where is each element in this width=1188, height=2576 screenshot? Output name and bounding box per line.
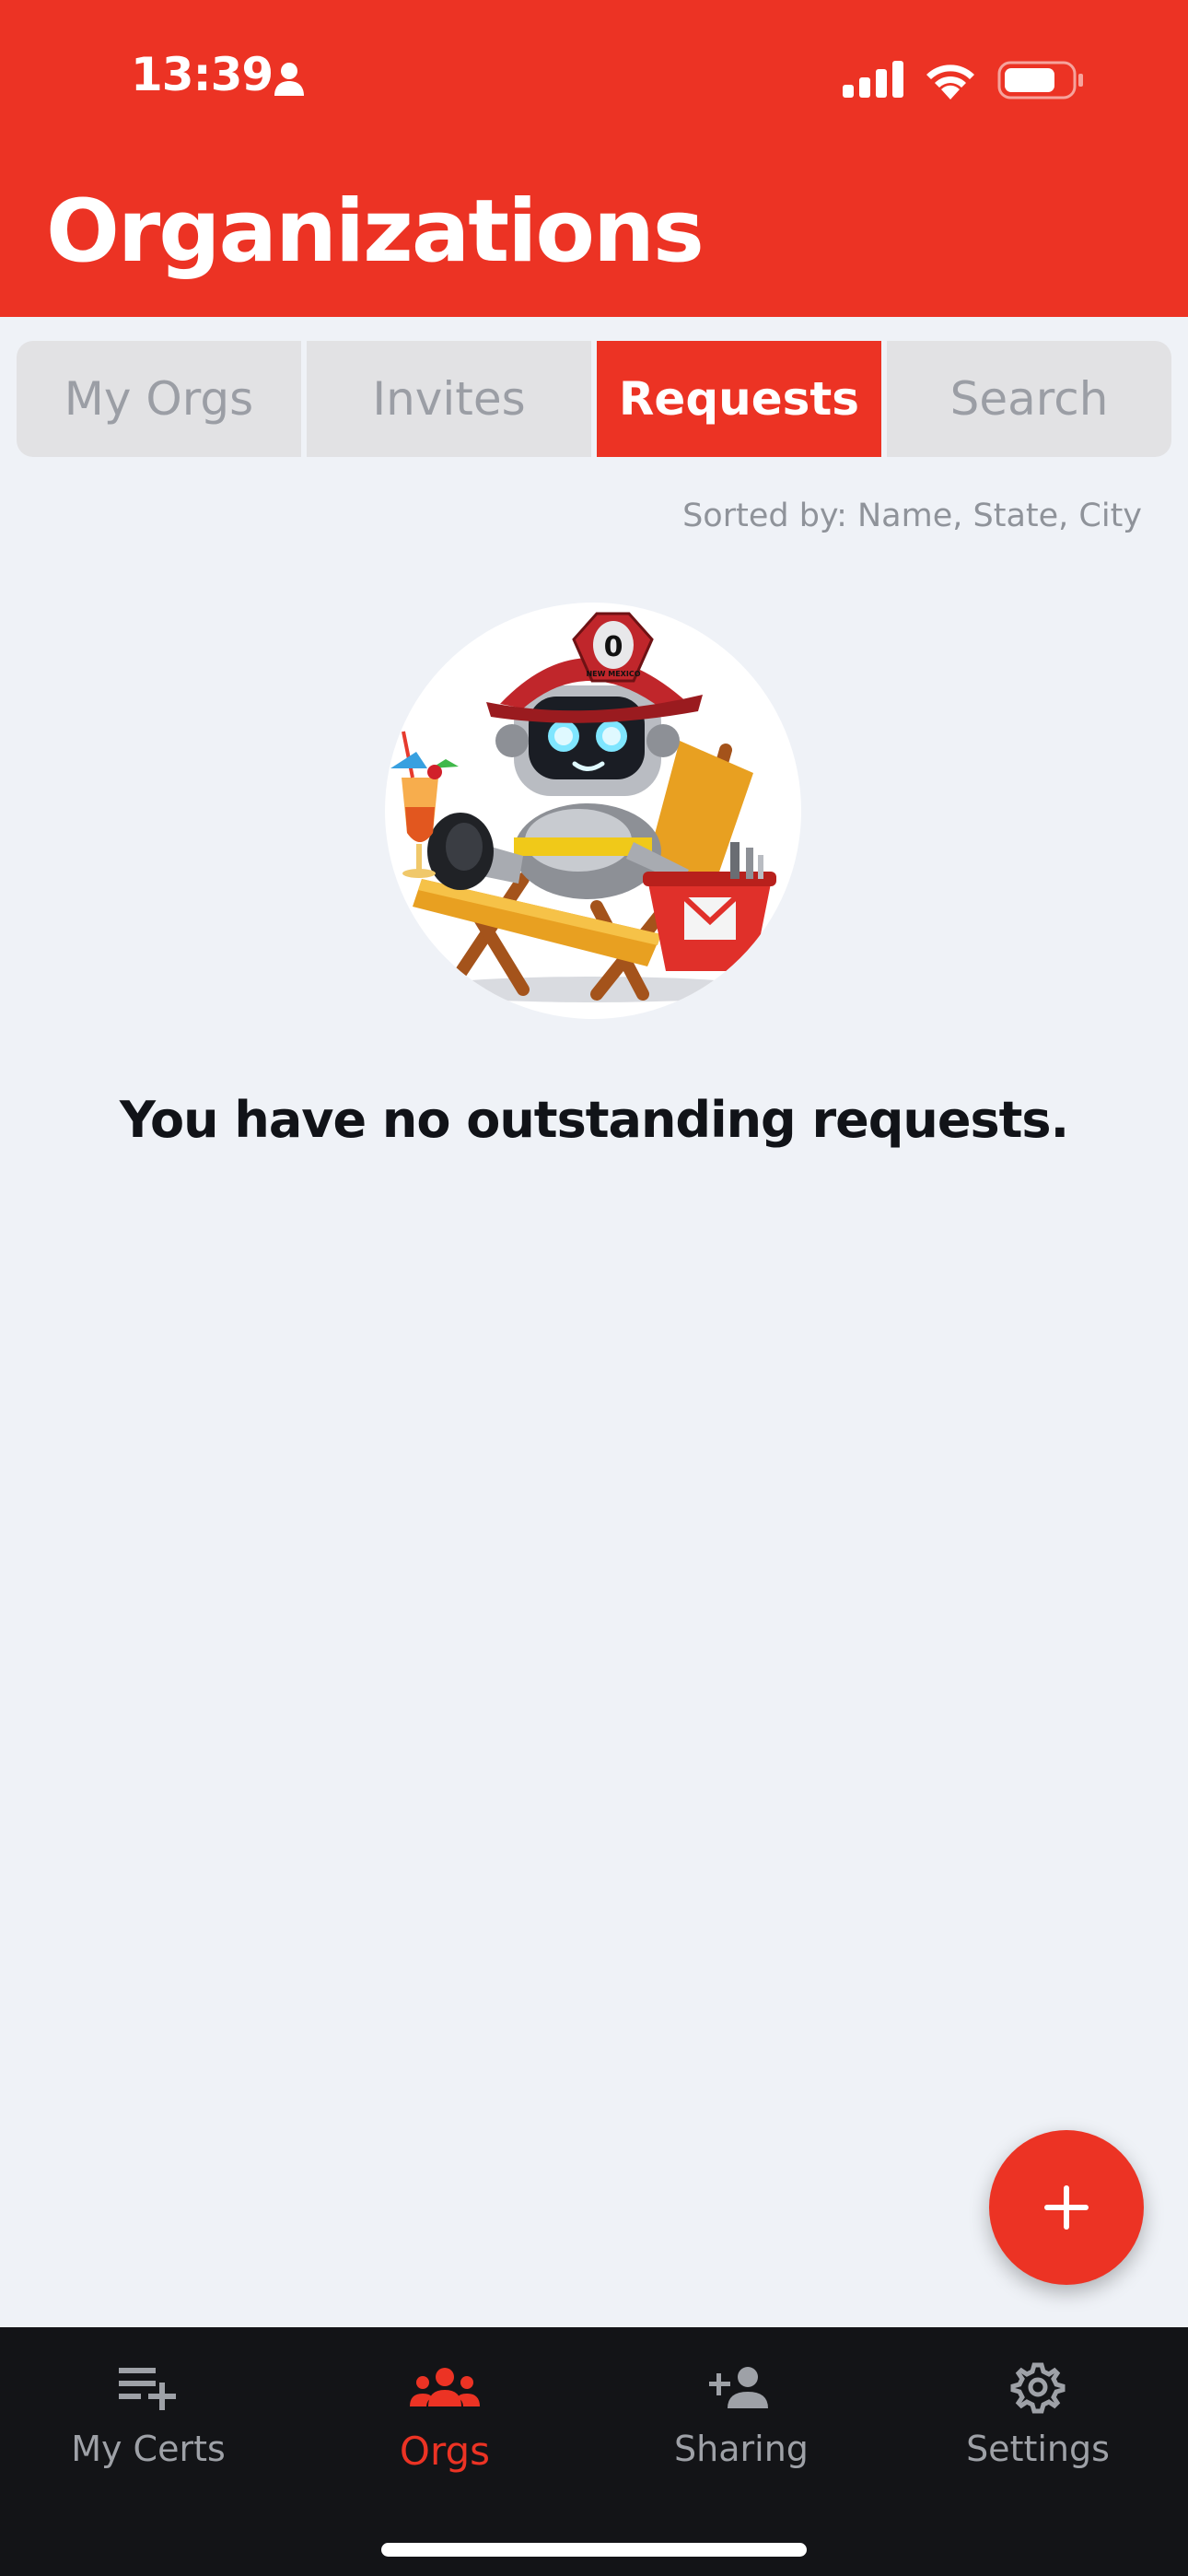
helmet-badge-text: NEW MEXICO <box>586 670 640 678</box>
page-title: Organizations <box>46 181 705 282</box>
people-icon <box>410 2368 480 2406</box>
nav-label-orgs: Orgs <box>399 2429 491 2474</box>
nav-orgs[interactable]: Orgs <box>297 2355 593 2493</box>
tab-my-orgs[interactable]: My Orgs <box>17 341 301 457</box>
add-request-button[interactable] <box>989 2130 1144 2285</box>
app-header: 13:39 Organizations <box>0 0 1188 317</box>
empty-state-message: You have no outstanding requests. <box>119 1091 1069 1149</box>
tab-invites[interactable]: Invites <box>307 341 591 457</box>
sort-label: Sorted by: Name, State, City <box>682 498 1142 534</box>
person-add-icon <box>709 2367 768 2408</box>
nav-label-settings: Settings <box>966 2429 1110 2469</box>
nav-sharing[interactable]: Sharing <box>593 2355 890 2493</box>
nav-label-sharing: Sharing <box>674 2429 809 2469</box>
gear-icon <box>1010 2362 1066 2414</box>
nav-label-my-certs: My Certs <box>71 2429 226 2469</box>
mascot-illustration: 0 NEW MEXICO <box>385 603 801 1019</box>
plus-icon <box>1044 2185 1089 2230</box>
status-time: 13:39 <box>131 48 274 101</box>
segmented-tabs: My Orgs Invites Requests Search <box>17 341 1171 457</box>
playlist-add-icon <box>119 2368 176 2410</box>
cellular-signal-icon <box>843 61 903 98</box>
bottom-navigation: My Certs Orgs Sharing Settings <box>0 2327 1188 2576</box>
tab-requests[interactable]: Requests <box>597 341 881 457</box>
person-icon <box>274 63 304 96</box>
tab-search[interactable]: Search <box>887 341 1171 457</box>
nav-settings[interactable]: Settings <box>890 2355 1186 2493</box>
helmet-badge-number: 0 <box>604 631 623 663</box>
wifi-icon <box>926 64 974 100</box>
battery-icon <box>997 61 1083 100</box>
robot-firefighter-illustration: 0 NEW MEXICO <box>390 612 776 1002</box>
nav-my-certs[interactable]: My Certs <box>0 2355 297 2493</box>
home-indicator <box>381 2543 807 2557</box>
